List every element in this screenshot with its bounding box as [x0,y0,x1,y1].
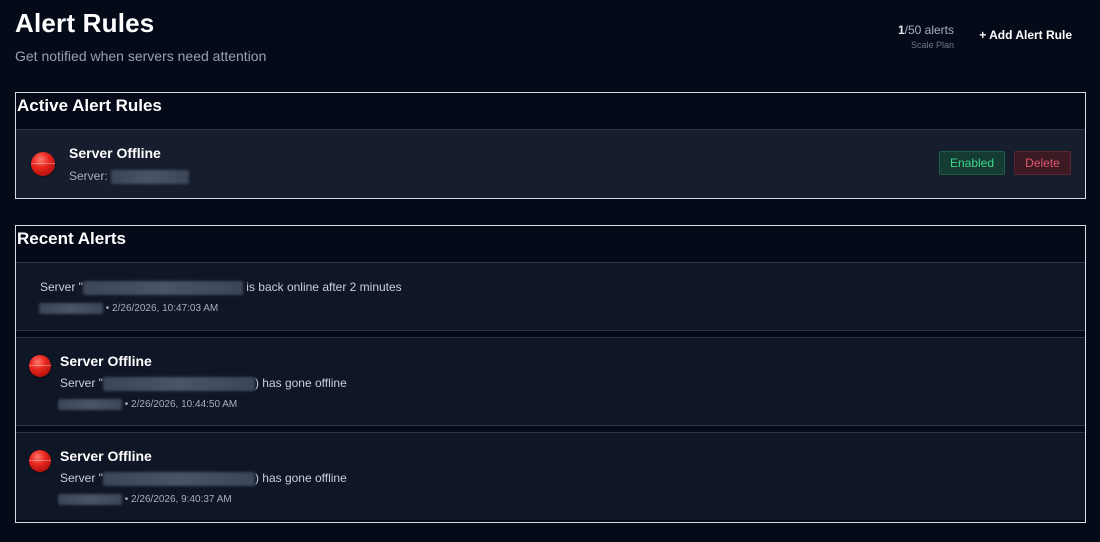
page-subtitle: Get notified when servers need attention [15,48,267,64]
alert-divider [16,331,1085,338]
active-alert-rules-title: Active Alert Rules [16,93,1085,130]
recent-alerts-panel: Recent Alerts Server " is back online af… [15,225,1086,523]
alert-title: Server Offline [60,353,152,369]
redacted-server-name [102,471,255,486]
alert-message-suffix: ) has gone offline [254,471,347,485]
alert-message: Server " ) has gone offline [60,376,347,391]
red-circle-icon [29,355,51,377]
alert-message-prefix: Server " [60,376,103,390]
alert-message-prefix: Server " [60,471,103,485]
red-circle-icon [29,450,51,472]
redacted-source [58,494,122,505]
alert-meta: • 2/26/2026, 10:44:50 AM [58,399,237,410]
recent-alerts-title: Recent Alerts [16,226,1085,263]
alert-title: Server Offline [60,448,152,464]
red-circle-icon [31,152,55,176]
alert-message-prefix: Server " [40,280,83,294]
alert-rule-row: Server Offline Server: Enabled Delete [16,130,1085,198]
alert-timestamp: • 2/26/2026, 10:47:03 AM [103,303,219,315]
alert-usage: 1/50 alerts Scale Plan [898,23,954,50]
alert-message-suffix: ) has gone offline [254,376,347,390]
redacted-server-name [102,376,255,391]
plan-name: Scale Plan [910,40,954,50]
alert-rules-page: Alert Rules Get notified when servers ne… [0,0,1100,542]
alert-item-offline: Server Offline Server " ) has gone offlin… [16,433,1085,520]
alert-item-online: Server " is back online after 2 minutes … [16,263,1085,331]
redacted-source [58,399,122,410]
alert-rule-name: Server Offline [69,145,161,161]
redacted-source [39,303,103,314]
alert-usage-used: 1 [897,23,905,37]
alert-item-offline: Server Offline Server " ) has gone offlin… [16,338,1085,426]
active-alert-rules-panel: Active Alert Rules Server Offline Server… [15,92,1086,199]
alert-rule-server-label: Server: [69,169,108,183]
alert-meta: • 2/26/2026, 9:40:37 AM [58,494,232,505]
redacted-server-name [82,280,243,295]
alert-timestamp: • 2/26/2026, 9:40:37 AM [122,494,232,506]
add-alert-rule-button[interactable]: + Add Alert Rule [979,28,1072,42]
alert-meta: • 2/26/2026, 10:47:03 AM [39,303,218,314]
alert-usage-limit: /50 alerts [904,23,954,37]
alert-rule-server: Server: [69,169,190,184]
alert-divider [16,426,1085,433]
page-header: Alert Rules Get notified when servers ne… [15,8,266,64]
alert-timestamp: • 2/26/2026, 10:44:50 AM [122,399,238,411]
delete-rule-button[interactable]: Delete [1014,151,1071,175]
alert-message-suffix: is back online after 2 minutes [242,280,402,294]
alert-message: Server " ) has gone offline [60,471,347,486]
page-title: Alert Rules [15,8,155,38]
redacted-server-name [111,169,190,184]
alert-message: Server " is back online after 2 minutes [40,280,402,295]
alert-usage-count: 1/50 alerts [898,23,954,37]
enabled-toggle-button[interactable]: Enabled [939,151,1005,175]
